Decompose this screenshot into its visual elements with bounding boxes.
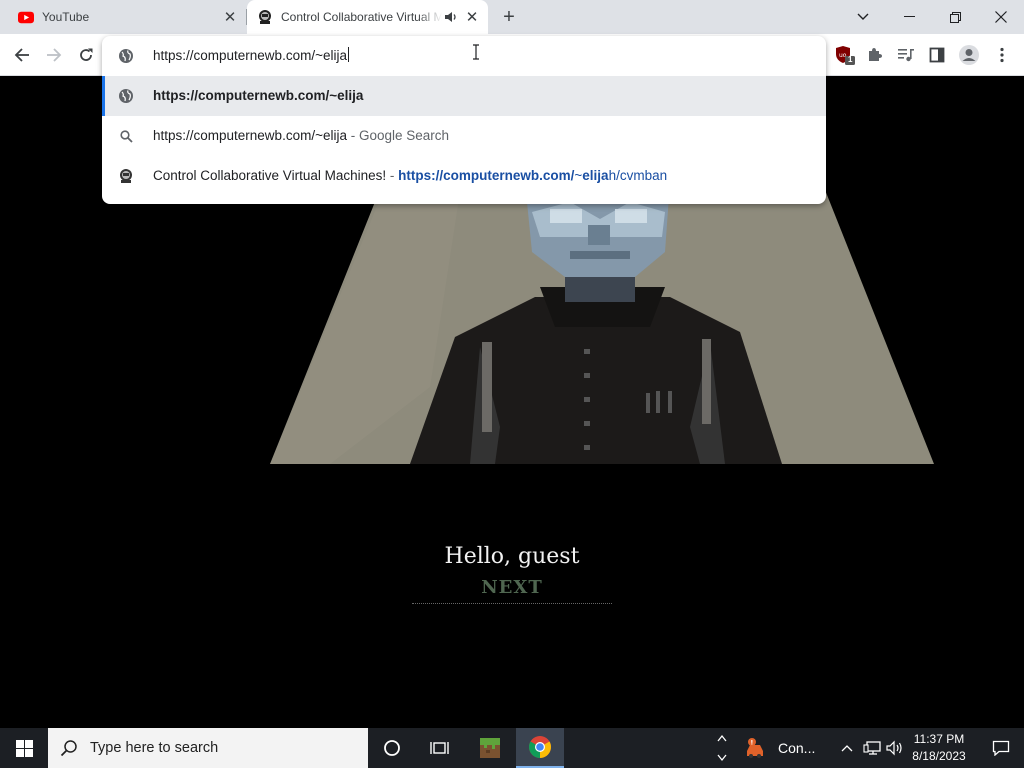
tab-collabvm[interactable]: Control Collaborative Virtual Machines! … — [247, 0, 488, 34]
taskbar-search-box[interactable]: Type here to search — [48, 728, 368, 768]
media-control-icon[interactable] — [891, 40, 921, 70]
kebab-menu-icon[interactable] — [987, 40, 1017, 70]
close-window-button[interactable] — [978, 0, 1024, 34]
tab-search-dropdown-icon[interactable] — [840, 0, 886, 34]
restore-button[interactable] — [932, 0, 978, 34]
windows-taskbar: Type here to search ! Con... 11:37 PM 8/… — [0, 728, 1024, 768]
suggestion-history[interactable]: Control Collaborative Virtual Machines! … — [102, 156, 826, 196]
omnibox-popup: https://computernewb.com/~elija https://… — [102, 36, 826, 204]
youtube-icon — [18, 9, 34, 25]
selection-indicator — [102, 76, 105, 116]
screen: YouTube ✕ Control Collaborative Virtual … — [0, 0, 1024, 768]
computernewb-icon — [118, 168, 134, 184]
search-placeholder: Type here to search — [90, 740, 219, 756]
ublock-extension-icon[interactable]: uo 1 — [830, 40, 860, 70]
suggestion-history-text: Control Collaborative Virtual Machines! … — [153, 168, 668, 183]
tab-title: YouTube — [42, 10, 90, 24]
text-caret — [347, 47, 349, 62]
chrome-taskbar-icon[interactable] — [516, 728, 564, 768]
tab-youtube[interactable]: YouTube ✕ — [8, 0, 246, 34]
profile-avatar-icon[interactable] — [954, 40, 984, 70]
next-button[interactable]: NEXT — [412, 577, 612, 598]
minimize-button[interactable] — [886, 0, 932, 34]
tab-strip: YouTube ✕ Control Collaborative Virtual … — [0, 0, 1024, 34]
greeting-text: Hello, guest — [444, 544, 580, 569]
notification-center-icon[interactable] — [978, 728, 1024, 768]
clock-time: 11:37 PM — [913, 732, 965, 746]
taskbar-scroll-arrows[interactable] — [714, 728, 730, 768]
suggestion-search-text: https://computernewb.com/~elija - Google… — [153, 128, 450, 143]
volume-icon[interactable] — [884, 728, 906, 768]
suggestion-url-text: https://computernewb.com/~elija — [153, 88, 364, 103]
close-tab-icon[interactable]: ✕ — [220, 7, 240, 27]
tab-title: Control Collaborative Virtual Machines! — [281, 10, 442, 24]
back-button[interactable] — [7, 40, 37, 70]
car-warning-icon: ! — [744, 737, 770, 759]
suggestion-url[interactable]: https://computernewb.com/~elija — [102, 76, 826, 116]
extensions-puzzle-icon[interactable] — [859, 40, 889, 70]
cortana-icon[interactable] — [368, 728, 416, 768]
clock-date: 8/18/2023 — [912, 749, 966, 763]
show-hidden-icons-chevron-icon[interactable] — [838, 728, 856, 768]
extension-badge: 1 — [848, 55, 853, 64]
minecraft-icon[interactable] — [466, 728, 514, 768]
globe-icon — [118, 48, 134, 69]
network-icon[interactable] — [860, 728, 884, 768]
new-tab-button[interactable]: + — [498, 6, 520, 28]
svg-text:!: ! — [751, 740, 754, 747]
address-input[interactable]: https://computernewb.com/~elija — [153, 47, 349, 63]
suggestion-search[interactable]: https://computernewb.com/~elija - Google… — [102, 116, 826, 156]
speaker-icon[interactable] — [442, 9, 460, 25]
task-view-icon[interactable] — [416, 728, 464, 768]
windows-start-icon[interactable] — [0, 728, 48, 768]
address-bar[interactable]: https://computernewb.com/~elija — [102, 36, 826, 76]
reload-button[interactable] — [71, 40, 101, 70]
notification-app-item[interactable]: ! Con... — [744, 728, 834, 768]
side-panel-icon[interactable] — [922, 40, 952, 70]
computernewb-icon — [257, 9, 273, 25]
globe-icon — [118, 88, 134, 104]
search-icon — [60, 739, 78, 757]
forward-button[interactable] — [39, 40, 69, 70]
search-icon — [118, 128, 134, 144]
close-tab-icon[interactable]: ✕ — [462, 7, 482, 27]
next-underline — [412, 603, 612, 604]
system-clock[interactable]: 11:37 PM 8/18/2023 — [905, 731, 973, 765]
text-cursor-icon — [472, 44, 480, 65]
notification-app-label: Con... — [778, 740, 816, 756]
